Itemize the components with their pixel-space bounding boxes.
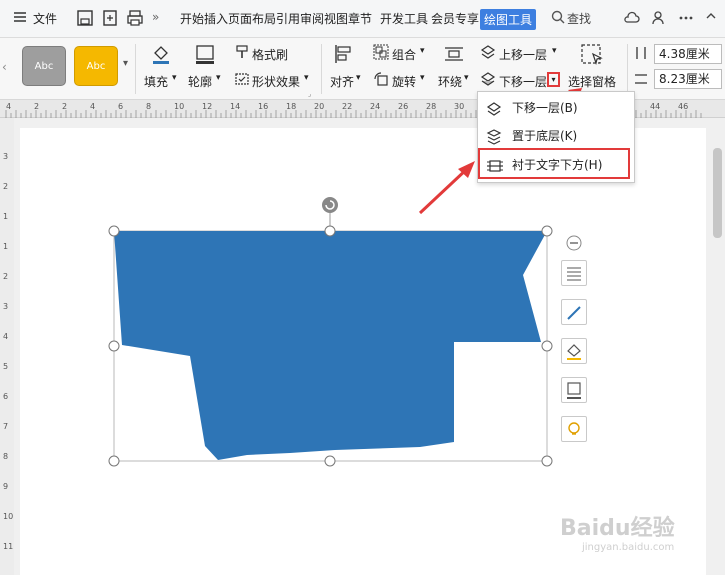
fill-color-icon[interactable] xyxy=(561,338,587,364)
wrap-layout-icon[interactable] xyxy=(561,260,587,286)
resize-handle-top-left[interactable] xyxy=(108,225,120,237)
resize-handle-left[interactable] xyxy=(108,340,120,352)
outline-color-icon[interactable] xyxy=(561,377,587,403)
smart-tips-icon[interactable] xyxy=(561,416,587,442)
resize-handle-right[interactable] xyxy=(541,340,553,352)
menu-item-label: 置于底层(K) xyxy=(512,129,578,143)
menu-item-label: 下移一层(B) xyxy=(512,101,578,115)
resize-handle-bottom-right[interactable] xyxy=(541,455,553,467)
shape-layer xyxy=(108,88,621,467)
send-to-back-icon xyxy=(486,128,502,145)
rotate-handle-icon[interactable] xyxy=(322,197,338,213)
collapse-icon[interactable] xyxy=(565,234,583,255)
highlight-box xyxy=(478,148,630,179)
scrollbar-thumb[interactable] xyxy=(713,148,722,238)
watermark-url: jingyan.baidu.com xyxy=(582,542,675,553)
blue-shape[interactable] xyxy=(114,231,547,460)
vertical-scrollbar[interactable] xyxy=(710,118,725,575)
annotation-arrow-1 xyxy=(418,166,470,215)
menu-item-send-to-back[interactable]: 置于底层(K) xyxy=(478,123,634,149)
app-window: 文件 » 开始 插入 页面布局 引用 审阅 视图 章节 开发工具 会员专享 绘图… xyxy=(0,0,725,575)
resize-handle-bottom[interactable] xyxy=(324,455,336,467)
resize-handle-top-right[interactable] xyxy=(541,225,553,237)
brush-style-icon[interactable] xyxy=(561,299,587,325)
resize-handle-bottom-left[interactable] xyxy=(108,455,120,467)
resize-handle-top[interactable] xyxy=(324,225,336,237)
menu-item-send-backward[interactable]: 下移一层(B) xyxy=(478,95,634,121)
send-backward-icon xyxy=(486,100,502,116)
watermark-logo: Baidu经验 xyxy=(560,516,675,541)
